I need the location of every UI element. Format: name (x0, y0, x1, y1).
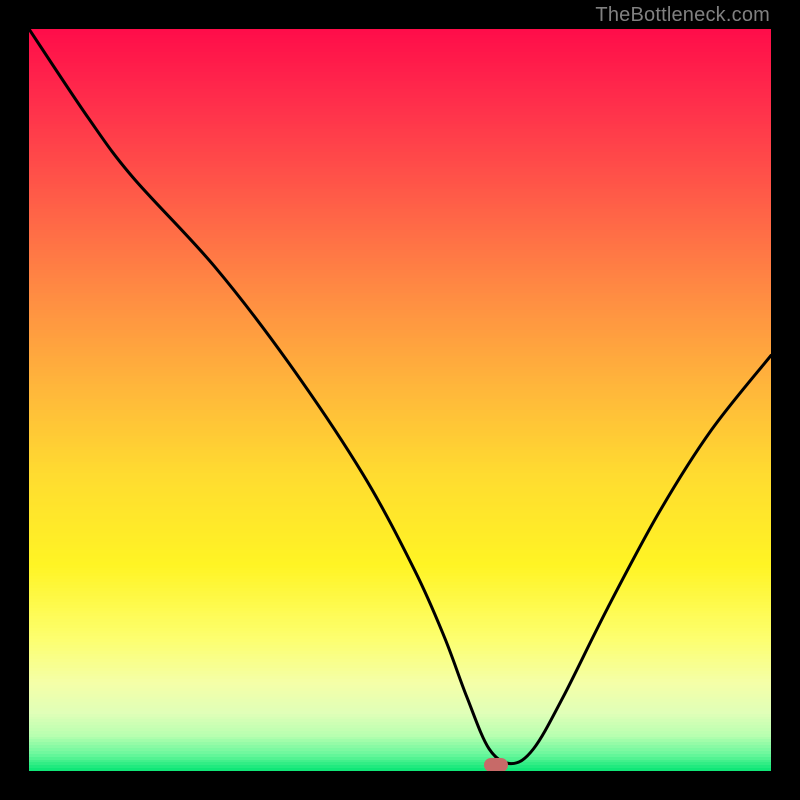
bottleneck-curve (29, 29, 771, 764)
curve-layer (29, 29, 771, 771)
plot-area (29, 29, 771, 771)
chart-stage: TheBottleneck.com (0, 0, 800, 800)
watermark-label: TheBottleneck.com (595, 4, 770, 27)
optimal-marker (484, 758, 508, 771)
